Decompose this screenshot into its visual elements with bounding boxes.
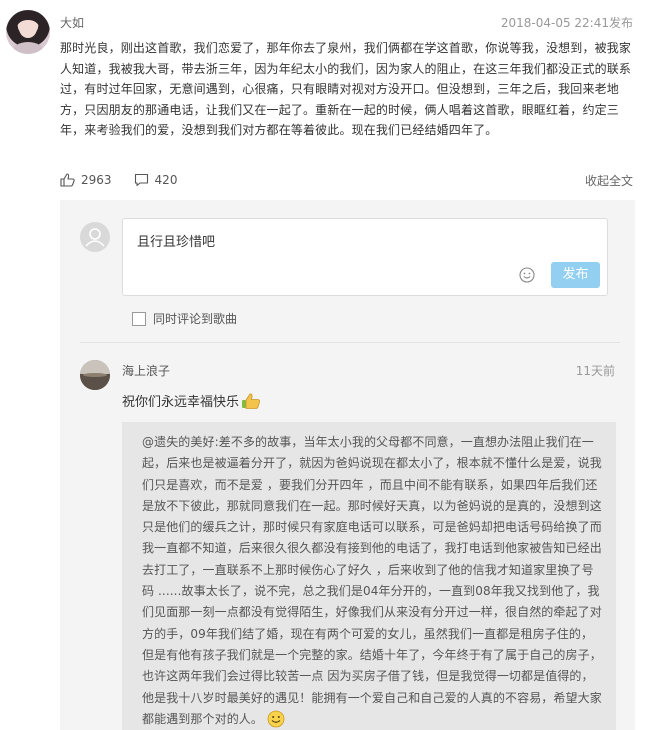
comment-panel: 且行且珍惜吧 发布 同时评论到歌曲 海上浪子 11天前 祝你们永远幸福快乐 @遗… [60, 200, 635, 730]
post-author[interactable]: 大如 [60, 14, 84, 31]
sync-to-song-option[interactable]: 同时评论到歌曲 [132, 310, 237, 327]
comment-text: 祝你们永远幸福快乐 [122, 395, 240, 410]
sync-checkbox[interactable] [132, 311, 146, 326]
like-button[interactable]: 2963 [60, 173, 112, 187]
quoted-text: @遗失的美好:差不多的故事，当年太小我的父母都不同意，一直想办法阻止我们在一起，… [142, 435, 602, 726]
author-avatar-image [12, 12, 44, 54]
comment-input-value[interactable]: 且行且珍惜吧 [137, 231, 215, 250]
speech-bubble-icon [134, 173, 148, 187]
smile-emoji-icon [267, 710, 285, 728]
smiley-icon[interactable] [519, 267, 535, 283]
post-stats: 2963 420 [60, 172, 199, 188]
quoted-comment-text: @遗失的美好:差不多的故事，当年太小我的父母都不同意，一直想办法阻止我们在一起，… [142, 432, 604, 730]
thumbs-up-icon [60, 173, 75, 187]
thumbs-up-emoji-icon [242, 393, 261, 409]
current-user-avatar [80, 222, 110, 252]
comment-button[interactable]: 420 [134, 173, 178, 187]
like-count: 2963 [81, 173, 112, 187]
quoted-comment: @遗失的美好:差不多的故事，当年太小我的父母都不同意，一直想办法阻止我们在一起，… [122, 422, 616, 730]
sync-label: 同时评论到歌曲 [153, 312, 238, 326]
divider [80, 342, 620, 343]
publish-button[interactable]: 发布 [551, 262, 600, 288]
comment-input[interactable]: 且行且珍惜吧 发布 [122, 218, 608, 296]
author-avatar[interactable] [6, 10, 50, 54]
comment-time: 11天前 [575, 364, 615, 378]
commenter-avatar-image [80, 360, 110, 390]
comment-body: 祝你们永远幸福快乐 [122, 391, 261, 410]
post-timestamp: 2018-04-05 22:41发布 [500, 16, 633, 30]
collapse-full-text-link[interactable]: 收起全文 [585, 172, 633, 189]
commenter-avatar[interactable] [80, 360, 110, 390]
post-content: 那时光良，刚出这首歌，我们恋爱了，那年你去了泉州，我们俩都在学这首歌，你说等我，… [60, 41, 632, 138]
comment-count: 420 [154, 173, 178, 187]
user-placeholder-icon [85, 228, 105, 247]
commenter-name[interactable]: 海上浪子 [122, 362, 170, 379]
